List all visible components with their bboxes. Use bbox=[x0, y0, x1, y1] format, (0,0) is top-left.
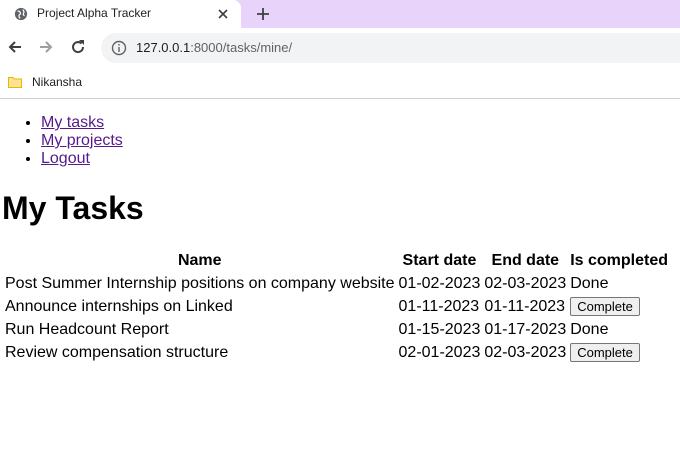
tab-title: Project Alpha Tracker bbox=[37, 6, 152, 20]
task-name: Run Headcount Report bbox=[5, 320, 169, 338]
complete-button[interactable]: Complete bbox=[570, 297, 640, 316]
tasks-table: Name Start date End date Is completed Po… bbox=[2, 249, 671, 365]
url-text: 127.0.0.1:8000/tasks/mine/ bbox=[136, 40, 292, 55]
task-name: Review compensation structure bbox=[5, 343, 229, 361]
table-row: Run Headcount Report 01-15-2023 01-17-20… bbox=[4, 319, 669, 340]
nav-link-my-projects[interactable]: My projects bbox=[41, 132, 123, 149]
task-name: Announce internships on Linked bbox=[5, 297, 233, 315]
close-icon[interactable] bbox=[216, 7, 230, 21]
site-nav: My tasks My projects Logout bbox=[41, 114, 123, 168]
column-header-start-date: Start date bbox=[402, 252, 477, 269]
task-start-date: 01-11-2023 bbox=[398, 297, 480, 315]
task-start-date: 02-01-2023 bbox=[398, 343, 481, 361]
bookmark-label: Nikansha bbox=[32, 75, 83, 89]
column-header-end-date: End date bbox=[491, 252, 560, 269]
page-content: My tasks My projects Logout My Tasks Nam… bbox=[0, 99, 680, 458]
forward-arrow-icon[interactable] bbox=[37, 38, 55, 56]
table-header-row: Name Start date End date Is completed bbox=[4, 251, 669, 271]
task-status: Done bbox=[570, 320, 609, 338]
url-path: :8000/tasks/mine/ bbox=[190, 40, 293, 55]
task-start-date: 01-15-2023 bbox=[398, 320, 481, 338]
task-end-date: 01-17-2023 bbox=[484, 320, 567, 338]
task-end-date: 01-11-2023 bbox=[484, 297, 566, 315]
address-bar[interactable]: 127.0.0.1:8000/tasks/mine/ bbox=[101, 33, 680, 63]
task-start-date: 01-02-2023 bbox=[398, 274, 481, 292]
folder-icon bbox=[8, 77, 22, 88]
page-title: My Tasks bbox=[2, 190, 144, 226]
task-name: Post Summer Internship positions on comp… bbox=[5, 274, 395, 292]
column-header-name: Name bbox=[177, 252, 222, 269]
table-row: Review compensation structure 02-01-2023… bbox=[4, 342, 669, 363]
nav-item: My projects bbox=[41, 132, 123, 150]
table-row: Announce internships on Linked 01-11-202… bbox=[4, 296, 669, 317]
task-status-cell: Complete bbox=[569, 342, 669, 363]
nav-link-logout[interactable]: Logout bbox=[41, 150, 90, 167]
new-tab-icon[interactable] bbox=[254, 5, 272, 23]
info-icon[interactable] bbox=[111, 40, 127, 56]
table-row: Post Summer Internship positions on comp… bbox=[4, 273, 669, 294]
url-host: 127.0.0.1 bbox=[136, 40, 191, 55]
browser-toolbar: 127.0.0.1:8000/tasks/mine/ bbox=[0, 28, 680, 68]
complete-button[interactable]: Complete bbox=[570, 343, 640, 362]
back-arrow-icon[interactable] bbox=[6, 38, 24, 56]
task-status: Done bbox=[570, 274, 609, 292]
nav-item: Logout bbox=[41, 150, 123, 168]
task-status-cell: Complete bbox=[569, 296, 669, 317]
reload-icon[interactable] bbox=[69, 38, 87, 56]
nav-item: My tasks bbox=[41, 114, 123, 132]
task-end-date: 02-03-2023 bbox=[484, 343, 567, 361]
bookmarks-bar: Nikansha bbox=[0, 68, 680, 99]
browser-tab-strip: Project Alpha Tracker bbox=[0, 0, 680, 28]
task-end-date: 02-03-2023 bbox=[484, 274, 567, 292]
browser-tab-active[interactable]: Project Alpha Tracker bbox=[0, 0, 241, 28]
nav-link-my-tasks[interactable]: My tasks bbox=[41, 114, 104, 131]
column-header-is-completed: Is completed bbox=[570, 252, 669, 269]
globe-icon bbox=[14, 7, 28, 21]
